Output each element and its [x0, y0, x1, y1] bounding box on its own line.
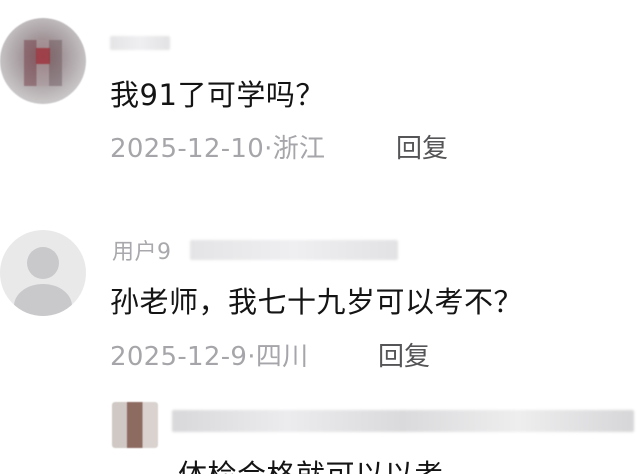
comment-location: 四川 [255, 342, 309, 372]
avatar-mosaic [24, 40, 62, 86]
username-blurred[interactable] [110, 36, 170, 50]
meta-separator: · [264, 134, 273, 164]
avatar-body [14, 284, 72, 316]
comment-list: 我91了可学吗？ 2025-12-10·浙江 回复 用户9 孙老师，我七十九岁可… [0, 0, 640, 474]
comment-meta: 2025-12-10·浙江 [110, 128, 325, 165]
comment-date: 2025-12-9 [110, 342, 248, 372]
reply-text: 体检合格就可以以考 [178, 452, 444, 474]
default-avatar-icon[interactable] [0, 230, 86, 316]
avatar-head [27, 247, 59, 279]
avatar[interactable] [0, 18, 86, 104]
username-blurred[interactable] [172, 410, 634, 432]
comment-text: 孙老师，我七十九岁可以考不？ [110, 285, 524, 319]
comment-date: 2025-12-10 [110, 134, 265, 164]
comment-meta: 2025-12-9·四川 [110, 336, 308, 373]
comment-location: 浙江 [272, 134, 326, 164]
username-blurred[interactable] [190, 240, 398, 260]
reply-button[interactable]: 回复 [396, 128, 448, 165]
avatar[interactable] [112, 402, 158, 448]
reply-button[interactable]: 回复 [378, 336, 430, 373]
username[interactable]: 用户9 [112, 234, 172, 266]
comment-text: 我91了可学吗？ [110, 78, 325, 112]
meta-separator: · [247, 342, 256, 372]
